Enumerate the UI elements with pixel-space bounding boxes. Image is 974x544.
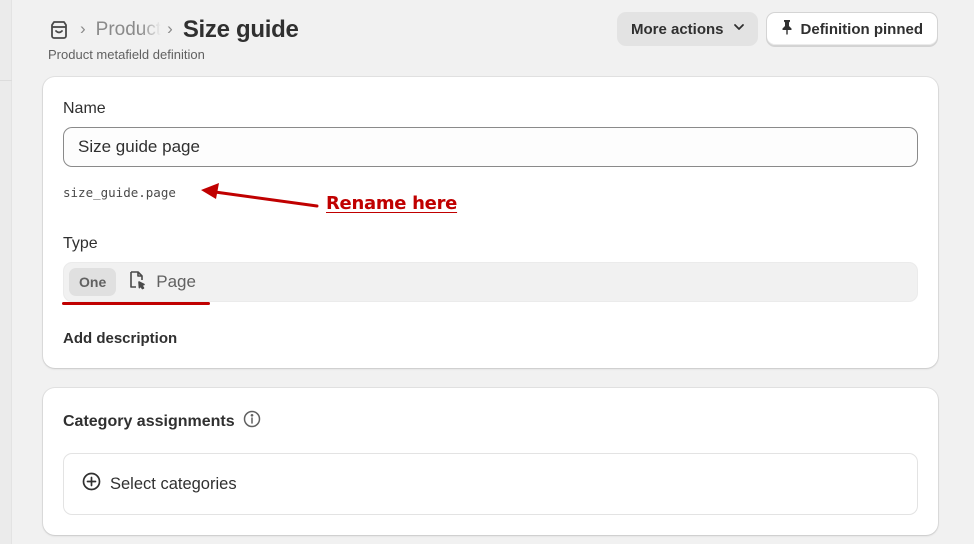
rail-divider: [0, 80, 12, 81]
left-rail: [0, 0, 12, 544]
plus-circle-icon: [82, 472, 101, 496]
breadcrumb-product-link[interactable]: Product: [96, 19, 161, 41]
info-icon[interactable]: [243, 410, 261, 433]
namespace-key: size_guide.page: [63, 185, 176, 200]
category-assignments-heading: Category assignments: [63, 410, 261, 433]
annotation-rename-label: Rename here: [326, 193, 458, 214]
type-value: Page: [128, 270, 196, 295]
more-actions-label: More actions: [630, 20, 724, 38]
page-title: Size guide: [182, 16, 299, 43]
header-actions: More actions Definition pinned: [616, 12, 938, 46]
type-label: Type: [63, 235, 98, 252]
category-assignments-card: Category assignments Select categories: [43, 388, 938, 535]
chevron-down-icon: [732, 20, 746, 38]
pin-icon: [779, 19, 795, 39]
page-header: › Product › Size guide Product metafield…: [48, 12, 938, 68]
page-subtitle: Product metafield definition: [48, 47, 205, 62]
name-input[interactable]: [63, 127, 918, 167]
cardinality-badge: One: [69, 268, 117, 296]
store-icon[interactable]: [48, 19, 70, 41]
type-field: One Page: [63, 262, 918, 302]
definition-pinned-button[interactable]: Definition pinned: [765, 12, 938, 46]
definition-card: Name size_guide.page Type One Page Add d…: [43, 77, 938, 368]
annotation-underline: [62, 302, 210, 305]
breadcrumb-separator: ›: [80, 19, 86, 38]
name-label: Name: [63, 100, 106, 117]
page-icon: [128, 270, 146, 295]
category-assignments-title: Category assignments: [63, 412, 235, 430]
type-value-label: Page: [156, 272, 196, 291]
select-categories-label: Select categories: [110, 474, 237, 493]
select-categories-button[interactable]: Select categories: [63, 453, 918, 515]
add-description-link[interactable]: Add description: [63, 330, 177, 347]
definition-pinned-label: Definition pinned: [800, 20, 923, 38]
breadcrumb-separator: ›: [167, 19, 173, 38]
annotation-arrow: [195, 178, 325, 217]
more-actions-button[interactable]: More actions: [616, 12, 758, 46]
